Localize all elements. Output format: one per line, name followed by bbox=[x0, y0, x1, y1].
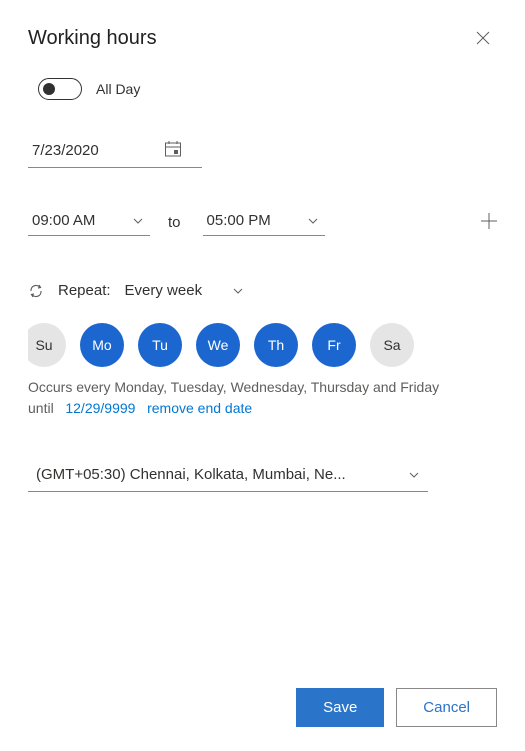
all-day-row: All Day bbox=[28, 78, 519, 100]
working-hours-dialog: Working hours All Day bbox=[0, 0, 525, 751]
day-chip-th[interactable]: Th bbox=[254, 323, 298, 367]
dialog-header: Working hours bbox=[28, 24, 525, 52]
repeat-select[interactable]: Every week bbox=[125, 280, 245, 301]
save-button[interactable]: Save bbox=[296, 688, 384, 727]
start-time-select[interactable]: 09:00 AM bbox=[28, 208, 150, 236]
date-field[interactable] bbox=[28, 140, 202, 168]
date-row bbox=[28, 140, 519, 168]
until-row: until 12/29/9999 remove end date bbox=[28, 400, 519, 416]
calendar-icon[interactable] bbox=[164, 140, 182, 161]
day-chip-mo[interactable]: Mo bbox=[80, 323, 124, 367]
time-to-label: to bbox=[168, 214, 181, 231]
day-chip-su[interactable]: Su bbox=[28, 323, 66, 367]
occurs-text: Occurs every Monday, Tuesday, Wednesday,… bbox=[28, 377, 519, 398]
day-chip-fr[interactable]: Fr bbox=[312, 323, 356, 367]
end-time-select[interactable]: 05:00 PM bbox=[203, 208, 325, 236]
chevron-down-icon bbox=[132, 215, 144, 227]
close-button[interactable] bbox=[469, 24, 497, 52]
all-day-label: All Day bbox=[96, 81, 140, 97]
time-row: 09:00 AM to 05:00 PM bbox=[28, 208, 519, 236]
chevron-down-icon bbox=[307, 215, 319, 227]
start-time-value: 09:00 AM bbox=[32, 212, 95, 229]
timezone-select[interactable]: (GMT+05:30) Chennai, Kolkata, Mumbai, Ne… bbox=[28, 462, 428, 492]
repeat-row: Repeat: Every week bbox=[28, 280, 519, 301]
day-chip-sa[interactable]: Sa bbox=[370, 323, 414, 367]
add-time-button[interactable] bbox=[479, 211, 499, 234]
toggle-knob bbox=[43, 83, 55, 95]
until-label: until bbox=[28, 400, 54, 416]
repeat-label: Repeat: bbox=[58, 282, 111, 299]
timezone-value: (GMT+05:30) Chennai, Kolkata, Mumbai, Ne… bbox=[36, 466, 346, 483]
close-icon bbox=[476, 31, 490, 45]
plus-icon bbox=[479, 211, 499, 231]
until-date-link[interactable]: 12/29/9999 bbox=[65, 400, 135, 416]
end-time-value: 05:00 PM bbox=[207, 212, 271, 229]
remove-end-date-link[interactable]: remove end date bbox=[147, 400, 252, 416]
date-input[interactable] bbox=[32, 142, 120, 159]
all-day-toggle[interactable] bbox=[38, 78, 82, 100]
dialog-footer: Save Cancel bbox=[28, 672, 525, 751]
cancel-button[interactable]: Cancel bbox=[396, 688, 497, 727]
dialog-title: Working hours bbox=[28, 27, 157, 50]
day-chips: Su Mo Tu We Th Fr Sa bbox=[28, 323, 519, 367]
day-chip-tu[interactable]: Tu bbox=[138, 323, 182, 367]
repeat-value: Every week bbox=[125, 282, 203, 299]
day-chip-we[interactable]: We bbox=[196, 323, 240, 367]
chevron-down-icon bbox=[232, 285, 244, 297]
repeat-icon bbox=[28, 283, 44, 299]
chevron-down-icon bbox=[408, 469, 420, 481]
dialog-body: All Day 09:00 AM bbox=[28, 78, 525, 672]
